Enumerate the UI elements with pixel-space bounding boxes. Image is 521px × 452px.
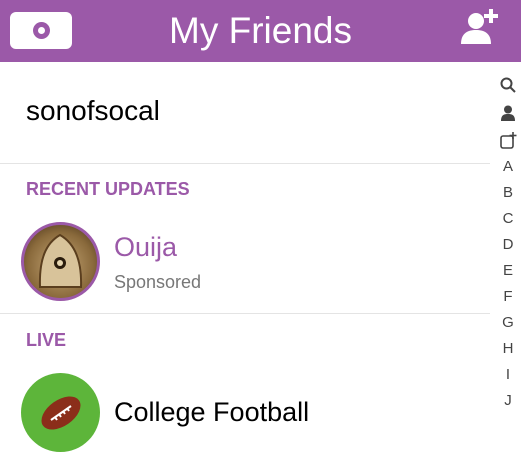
football-icon [41,396,81,430]
index-letter-h[interactable]: H [495,340,521,357]
header-bar: My Friends [0,0,521,62]
index-letter-g[interactable]: G [495,314,521,331]
story-add-icon[interactable] [499,132,517,150]
index-letter-d[interactable]: D [495,236,521,253]
section-recent-updates: RECENT UPDATES [26,179,190,199]
ouija-name[interactable]: Ouija [114,232,177,263]
index-letter-c[interactable]: C [495,210,521,227]
search-input[interactable]: sonofsocal [26,95,160,127]
page-title: My Friends [169,10,352,51]
section-divider [0,313,490,314]
add-friend-icon[interactable] [456,6,500,50]
ouija-avatar[interactable] [21,222,100,301]
index-letter-b[interactable]: B [495,184,521,201]
ouija-subtitle: Sponsored [114,272,202,292]
index-letter-a[interactable]: A [495,158,521,175]
college-football-avatar[interactable] [21,373,100,452]
search-field[interactable]: sonofsocal [0,63,490,164]
search-icon[interactable] [499,76,517,94]
section-live: LIVE [26,330,67,350]
index-letter-f[interactable]: F [495,288,521,305]
college-football-name[interactable]: College Football [114,397,309,428]
index-letter-i[interactable]: I [495,366,521,383]
index-letter-j[interactable]: J [495,392,521,409]
index-letter-e[interactable]: E [495,262,521,279]
planchette-icon [38,233,83,288]
alphabet-index[interactable]: A B C D E F G H I J [495,74,521,427]
person-icon[interactable] [499,104,517,122]
